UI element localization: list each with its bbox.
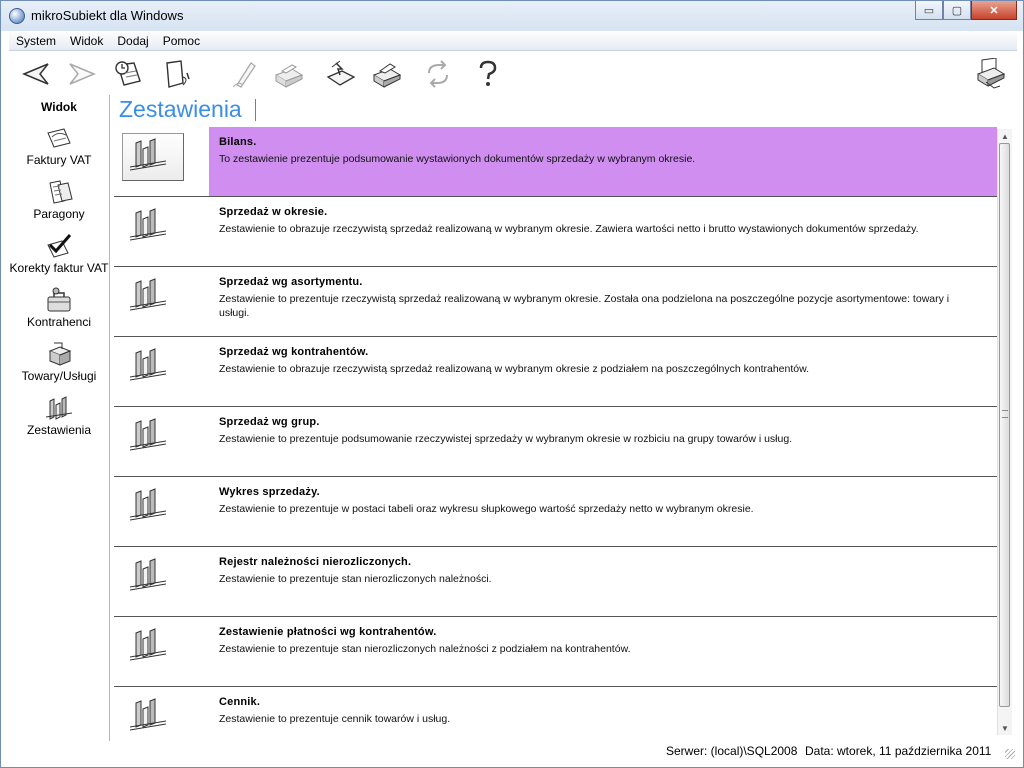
report-description: Zestawienie to prezentuje stan nierozlic… xyxy=(219,573,492,585)
bar-chart-icon xyxy=(129,278,167,311)
sidebar-item-label: Korekty faktur VAT xyxy=(9,261,109,275)
report-title: Zestawienie płatności wg kontrahentów. xyxy=(219,626,437,638)
report-title: Bilans. xyxy=(219,136,257,148)
sidebar-item-label: Zestawienia xyxy=(26,423,92,437)
title-bar[interactable]: mikroSubiekt dla Windows ▭ ▢ ✕ xyxy=(1,1,1023,31)
reports-list: Bilans. To zestawienie prezentuje podsum… xyxy=(114,127,997,741)
report-description: Zestawienie to prezentuje rzeczywistą sp… xyxy=(219,293,950,319)
text-caret xyxy=(255,99,256,121)
scroll-up-arrow-icon[interactable]: ▲ xyxy=(998,129,1012,143)
status-server: Serwer: (local)\SQL2008 xyxy=(666,744,798,758)
report-row-wykres-sprzedazy[interactable]: Wykres sprzedaży. Zestawienie to prezent… xyxy=(114,477,997,547)
sidebar: Widok Faktury VAT Paragony Korekty faktu… xyxy=(9,95,110,743)
printer-icon[interactable] xyxy=(271,57,305,91)
report-row-cennik[interactable]: Cennik. Zestawienie to prezentuje cennik… xyxy=(114,687,997,741)
printer-settings-icon[interactable] xyxy=(973,57,1007,91)
sidebar-item-label: Kontrahenci xyxy=(26,315,92,329)
correction-icon xyxy=(44,232,74,260)
recycle-icon[interactable] xyxy=(421,57,455,91)
page-title: Zestawienia xyxy=(119,96,242,122)
bar-chart-icon xyxy=(129,348,167,381)
report-description: Zestawienie to prezentuje cennik towarów… xyxy=(219,713,451,725)
forward-arrow-icon[interactable] xyxy=(65,57,99,91)
report-title: Cennik. xyxy=(219,696,261,708)
bar-chart-icon xyxy=(129,138,167,171)
report-row-sprzedaz-wg-kontrahentow[interactable]: Sprzedaż wg kontrahentów. Zestawienie to… xyxy=(114,337,997,407)
report-row-sprzedaz-wg-grup[interactable]: Sprzedaż wg grup. Zestawienie to prezent… xyxy=(114,407,997,477)
app-logo-icon xyxy=(9,8,25,24)
report-description: Zestawienie to prezentuje podsumowanie r… xyxy=(219,433,793,445)
sidebar-item-paragony[interactable]: Paragony xyxy=(9,174,109,228)
sidebar-item-label: Paragony xyxy=(33,207,85,221)
page-curl-icon[interactable] xyxy=(159,57,193,91)
resize-grip[interactable] xyxy=(1005,749,1015,759)
printer-document-icon[interactable] xyxy=(369,57,403,91)
close-button[interactable]: ✕ xyxy=(971,1,1017,20)
invoice-icon xyxy=(44,124,74,152)
status-date: Data: wtorek, 11 października 2011 xyxy=(805,744,992,758)
sidebar-header: Widok xyxy=(41,100,77,114)
minimize-button[interactable]: ▭ xyxy=(915,1,943,20)
report-row-sprzedaz-w-okresie[interactable]: Sprzedaż w okresie. Zestawienie to obraz… xyxy=(114,197,997,267)
menu-bar: System Widok Dodaj Pomoc xyxy=(9,32,1017,51)
report-description: Zestawienie to prezentuje stan nierozlic… xyxy=(219,643,631,655)
document-arrow-icon[interactable] xyxy=(323,57,357,91)
report-title: Sprzedaż wg grup. xyxy=(219,416,320,428)
report-title: Sprzedaż wg asortymentu. xyxy=(219,276,363,288)
sidebar-item-towary-uslugi[interactable]: Towary/Usługi xyxy=(9,336,109,390)
receipt-icon xyxy=(44,178,74,206)
sidebar-item-kontrahenci[interactable]: Kontrahenci xyxy=(9,282,109,336)
sidebar-item-label: Faktury VAT xyxy=(26,153,92,167)
bar-chart-icon xyxy=(129,418,167,451)
report-description: Zestawienie to obrazuje rzeczywistą sprz… xyxy=(219,223,919,235)
report-title: Sprzedaż wg kontrahentów. xyxy=(219,346,369,358)
sidebar-item-faktury-vat[interactable]: Faktury VAT xyxy=(9,120,109,174)
goods-icon xyxy=(44,340,74,368)
reports-icon xyxy=(44,394,74,422)
menu-dodaj[interactable]: Dodaj xyxy=(110,34,155,48)
contractors-icon xyxy=(44,286,74,314)
bar-chart-icon xyxy=(129,488,167,521)
report-description: Zestawienie to prezentuje w postaci tabe… xyxy=(219,503,754,515)
report-row-rejestr-naleznosci[interactable]: Rejestr należności nierozliczonych. Zest… xyxy=(114,547,997,617)
bar-chart-icon xyxy=(129,698,167,731)
menu-pomoc[interactable]: Pomoc xyxy=(156,34,207,48)
pen-icon[interactable] xyxy=(227,57,261,91)
window-title: mikroSubiekt dla Windows xyxy=(31,8,184,23)
sidebar-item-label: Towary/Usługi xyxy=(21,369,97,383)
sidebar-item-zestawienia[interactable]: Zestawienia xyxy=(9,390,109,444)
scroll-down-arrow-icon[interactable]: ▼ xyxy=(998,721,1012,735)
report-row-platnosci-wg-kontrahentow[interactable]: Zestawienie płatności wg kontrahentów. Z… xyxy=(114,617,997,687)
back-arrow-icon[interactable] xyxy=(19,57,53,91)
help-icon[interactable] xyxy=(471,57,505,91)
report-row-bilans[interactable]: Bilans. To zestawienie prezentuje podsum… xyxy=(114,127,997,197)
bar-chart-icon xyxy=(129,628,167,661)
menu-system[interactable]: System xyxy=(9,34,63,48)
toolbar xyxy=(9,51,1017,95)
report-description: To zestawienie prezentuje podsumowanie w… xyxy=(219,153,696,165)
sidebar-item-korekty-faktur-vat[interactable]: Korekty faktur VAT xyxy=(9,228,109,282)
bar-chart-icon xyxy=(129,558,167,591)
menu-widok[interactable]: Widok xyxy=(63,34,110,48)
report-row-sprzedaz-wg-asortymentu[interactable]: Sprzedaż wg asortymentu. Zestawienie to … xyxy=(114,267,997,337)
app-window: mikroSubiekt dla Windows ▭ ▢ ✕ System Wi… xyxy=(0,0,1024,768)
report-title: Wykres sprzedaży. xyxy=(219,486,320,498)
report-title: Sprzedaż w okresie. xyxy=(219,206,328,218)
scrollbar-thumb[interactable] xyxy=(999,143,1010,707)
clock-document-icon[interactable] xyxy=(111,57,145,91)
status-bar: Serwer: (local)\SQL2008 Data: wtorek, 11… xyxy=(9,741,1017,761)
bar-chart-icon xyxy=(129,208,167,241)
report-description: Zestawienie to obrazuje rzeczywistą sprz… xyxy=(219,363,810,375)
maximize-button[interactable]: ▢ xyxy=(943,1,971,20)
vertical-scrollbar[interactable]: ▲ ▼ xyxy=(997,129,1012,735)
report-title: Rejestr należności nierozliczonych. xyxy=(219,556,412,568)
